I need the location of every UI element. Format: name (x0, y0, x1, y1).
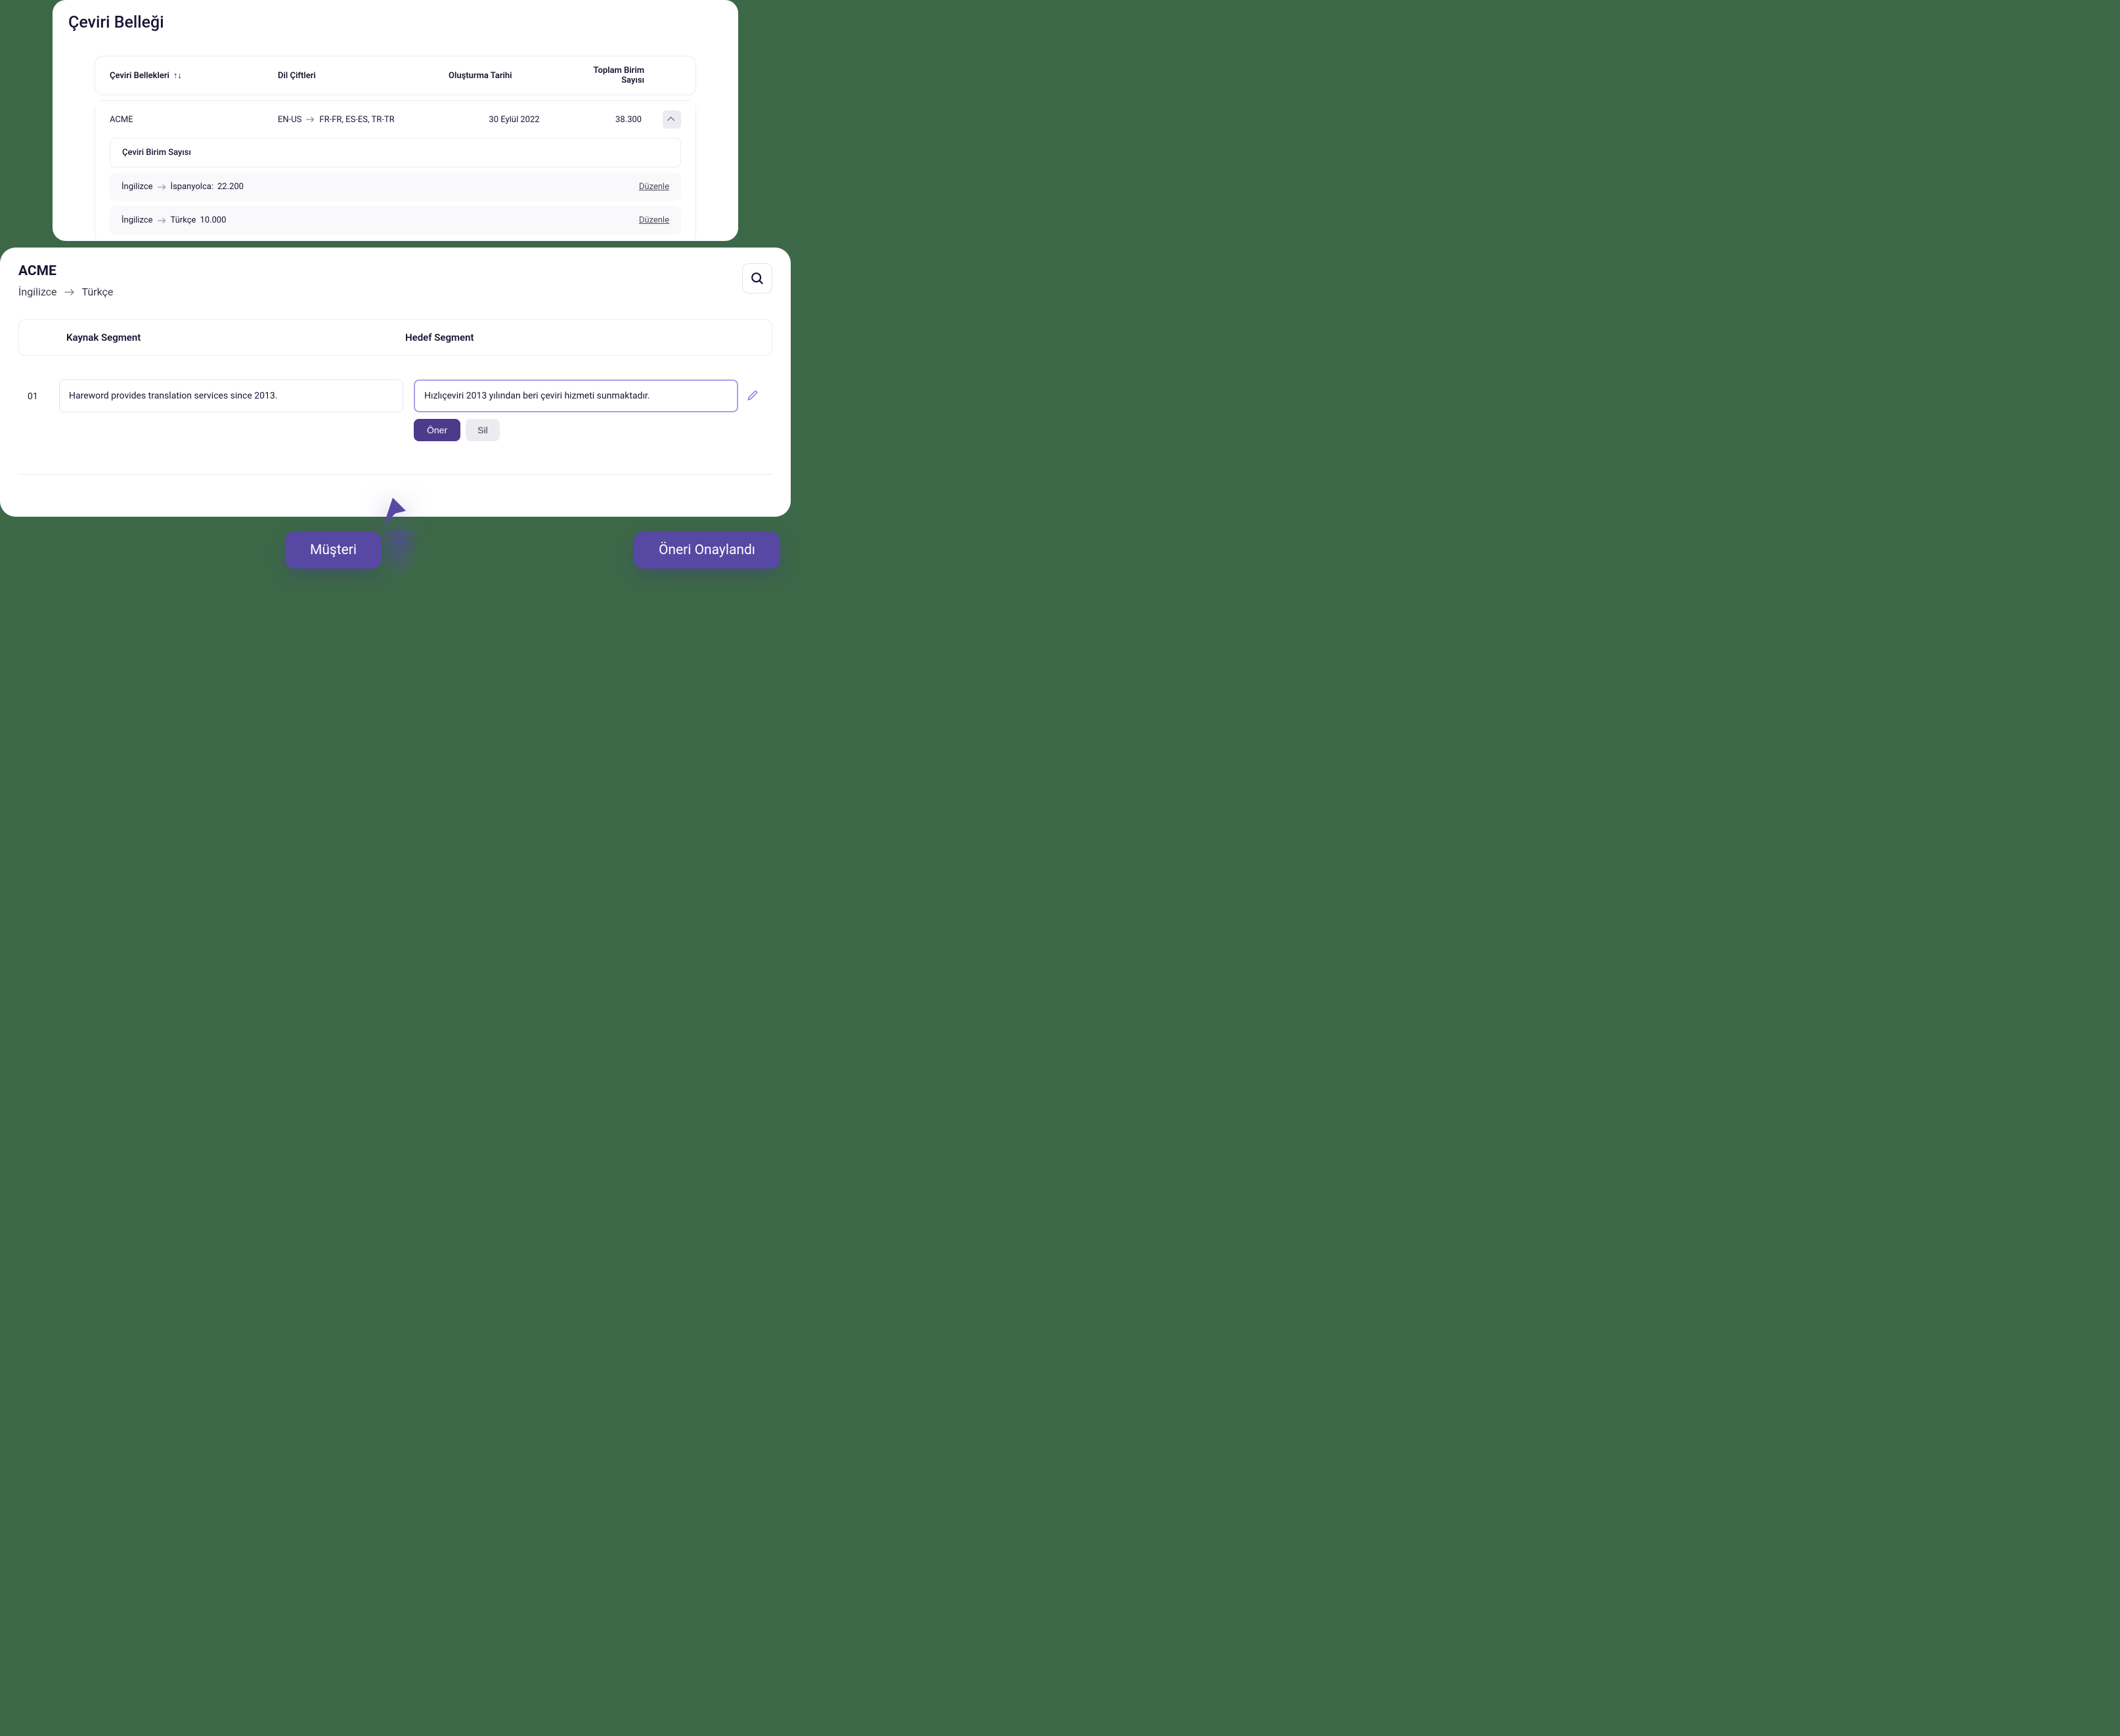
translation-memory-panel: Çeviri Belleği Çeviri Bellekleri ↑↓ Dil … (53, 0, 738, 241)
sort-icon: ↑↓ (173, 72, 182, 80)
delete-button[interactable]: Sil (466, 419, 500, 441)
edit-segment-button[interactable] (746, 380, 772, 404)
approved-pill: Öneri Onaylandı (634, 532, 780, 569)
direction-src: İngilizce (18, 286, 57, 298)
col-header-date: Oluşturma Tarihi (449, 71, 580, 81)
edit-link[interactable]: Düzenle (639, 182, 669, 192)
customer-pill: Müşteri (285, 532, 382, 569)
segment-header-row: Kaynak Segment Hedef Segment (18, 319, 772, 356)
pair-count: 22.200 (217, 182, 244, 192)
arrow-right-icon (157, 217, 167, 225)
cursor-glow (378, 529, 420, 579)
arrow-right-icon (305, 116, 315, 123)
source-locale: EN-US (278, 115, 301, 125)
pair-tgt: Türkçe (171, 215, 196, 225)
tm-total-cell: 38.300 (580, 115, 655, 125)
col-header-total: Toplam Birim Sayısı (580, 66, 681, 85)
language-direction: İngilizce Türkçe (18, 286, 113, 298)
edit-link[interactable]: Düzenle (639, 215, 669, 225)
tgt-header: Hedef Segment (396, 332, 735, 343)
suggest-button[interactable]: Öner (414, 419, 460, 441)
tm-row[interactable]: ACME EN-US FR-FR, ES-ES, TR-TR 30 Eylül … (95, 101, 696, 138)
pair-tgt: İspanyolca: (171, 182, 213, 192)
tm-pair-cell: EN-US FR-FR, ES-ES, TR-TR (278, 115, 449, 125)
arrow-right-icon (64, 288, 76, 297)
source-segment-box[interactable]: Hareword provides translation services s… (59, 380, 403, 412)
arrow-right-icon (157, 183, 167, 191)
unit-count-label: Çeviri Birim Sayısı (110, 138, 681, 167)
divider (18, 474, 772, 475)
segment-detail-panel: ACME İngilizce Türkçe Kaynak Segment Hed… (0, 248, 791, 517)
col-header-name[interactable]: Çeviri Bellekleri ↑↓ (110, 71, 278, 81)
account-title: ACME (18, 263, 113, 279)
tm-name-cell: ACME (110, 115, 278, 125)
target-segment-box[interactable]: Hızlıçeviri 2013 yılından beri çeviri hi… (414, 380, 738, 412)
search-icon (750, 271, 764, 286)
target-locales: FR-FR, ES-ES, TR-TR (319, 115, 394, 125)
direction-tgt: Türkçe (82, 286, 114, 298)
pair-src: İngilizce (121, 182, 153, 192)
chevron-up-icon (667, 117, 674, 124)
segment-row: 01 Hareword provides translation service… (18, 380, 772, 441)
lang-pair-row: İngilizce Türkçe 10.000 Düzenle (110, 206, 681, 234)
lang-pair-row: İngilizce İspanyolca: 22.200 Düzenle (110, 173, 681, 201)
col-header-pair: Dil Çiftleri (278, 71, 449, 81)
pencil-icon (746, 389, 759, 402)
pair-count: 10.000 (200, 215, 226, 225)
tm-expanded-row: ACME EN-US FR-FR, ES-ES, TR-TR 30 Eylül … (95, 100, 696, 241)
segment-index: 01 (18, 380, 59, 402)
col-header-name-label: Çeviri Bellekleri (110, 71, 169, 81)
tm-date-cell: 30 Eylül 2022 (449, 115, 580, 125)
collapse-button[interactable] (663, 110, 681, 129)
page-title: Çeviri Belleği (68, 13, 722, 32)
pair-src: İngilizce (121, 215, 153, 225)
tm-header-row: Çeviri Bellekleri ↑↓ Dil Çiftleri Oluştu… (95, 56, 696, 95)
search-button[interactable] (742, 263, 772, 293)
src-header: Kaynak Segment (66, 332, 396, 343)
